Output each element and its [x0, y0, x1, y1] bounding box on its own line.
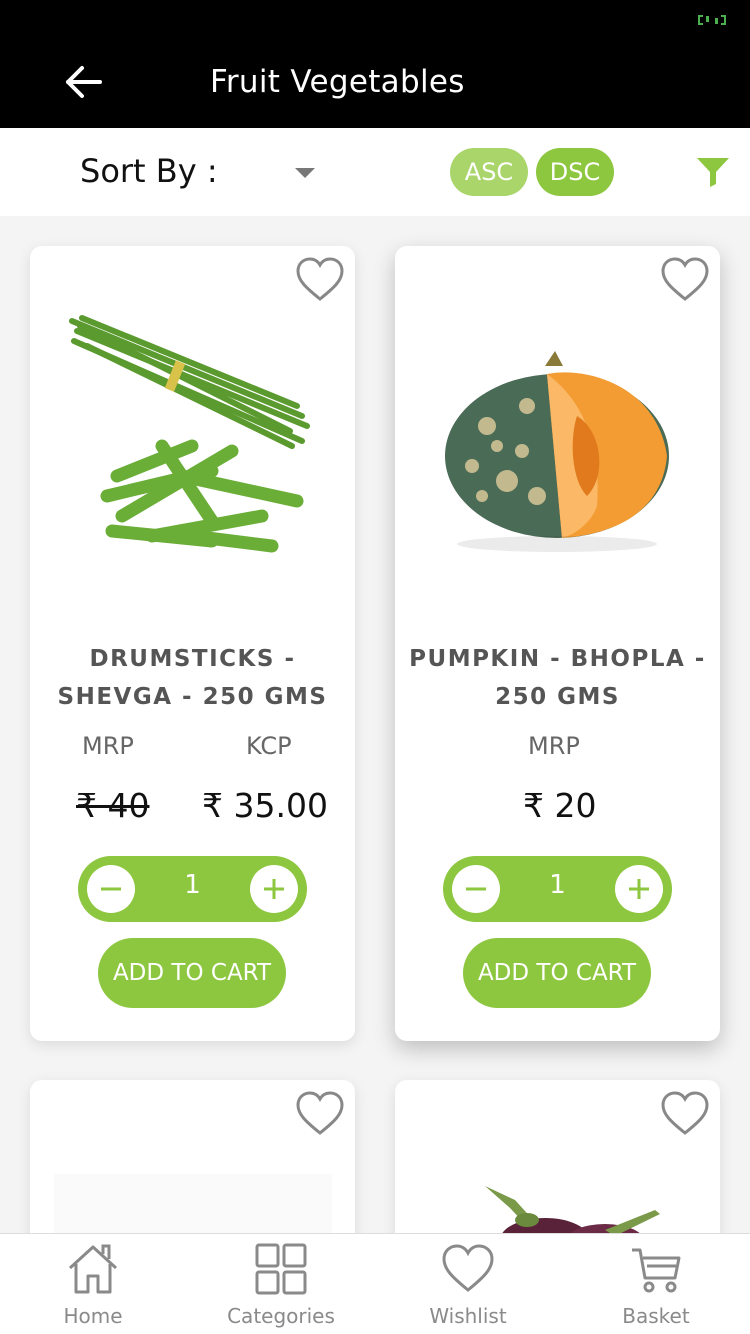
pumpkin-image	[445, 351, 669, 552]
mrp-price: ₹ 20	[523, 786, 597, 825]
fullscreen-icon	[698, 15, 726, 25]
wishlist-heart-icon[interactable]	[295, 256, 345, 304]
back-button[interactable]	[60, 58, 108, 106]
dropdown-arrow-icon[interactable]	[290, 158, 320, 188]
nav-home[interactable]: Home	[18, 1234, 168, 1334]
product-card[interactable]: PUMPKIN - BHOPLA - 250 GMS MRP ₹ 20 1 AD…	[395, 246, 720, 1041]
decrement-button[interactable]	[452, 865, 500, 913]
blank-image	[54, 1174, 332, 1234]
app-bar: Fruit Vegetables	[0, 40, 750, 128]
nav-wishlist[interactable]: Wishlist	[393, 1234, 543, 1334]
cart-icon	[632, 1248, 681, 1293]
nav-home-label: Home	[63, 1304, 123, 1328]
mrp-price: ₹ 40	[76, 786, 150, 825]
page-title: Fruit Vegetables	[210, 64, 465, 100]
decrement-button[interactable]	[87, 865, 135, 913]
status-bar	[0, 0, 750, 40]
nav-basket[interactable]: Basket	[581, 1234, 731, 1334]
nav-basket-label: Basket	[622, 1304, 690, 1328]
sort-label: Sort By :	[80, 152, 218, 190]
home-icon	[68, 1244, 118, 1294]
mrp-label: MRP	[82, 732, 134, 760]
arrow-left-icon	[66, 66, 102, 98]
sort-asc-button[interactable]: ASC	[450, 148, 528, 196]
sort-bar: Sort By : ASC DSC	[0, 128, 750, 216]
quantity-value: 1	[184, 870, 201, 900]
wishlist-heart-icon[interactable]	[660, 256, 710, 304]
nav-categories[interactable]: Categories	[206, 1234, 356, 1334]
kcp-label: KCP	[246, 732, 292, 760]
heart-icon	[442, 1244, 494, 1292]
brinjal-image	[485, 1186, 660, 1240]
quantity-value: 1	[549, 870, 566, 900]
filter-icon[interactable]	[695, 154, 731, 190]
add-to-cart-button[interactable]: ADD TO CART	[98, 938, 286, 1008]
wishlist-heart-icon[interactable]	[295, 1090, 345, 1138]
wishlist-heart-icon[interactable]	[660, 1090, 710, 1138]
product-card[interactable]: DRUMSTICKS - SHEVGA - 250 GMS MRP KCP ₹ …	[30, 246, 355, 1041]
minus-icon	[101, 887, 121, 891]
nav-wishlist-label: Wishlist	[429, 1304, 507, 1328]
increment-button[interactable]	[250, 865, 298, 913]
increment-button[interactable]	[615, 865, 663, 913]
minus-icon	[466, 887, 486, 891]
drumsticks-image	[69, 315, 310, 553]
kcp-price: ₹ 35.00	[202, 786, 328, 825]
product-name: DRUMSTICKS - SHEVGA - 250 GMS	[57, 646, 328, 710]
plus-icon	[629, 879, 649, 899]
bottom-navigation: Home Categories Wishlist Basket	[0, 1233, 750, 1334]
quantity-stepper: 1	[443, 856, 672, 922]
plus-icon	[264, 879, 284, 899]
product-name: PUMPKIN - BHOPLA - 250 GMS	[409, 646, 706, 710]
sort-dsc-button[interactable]: DSC	[536, 148, 614, 196]
add-to-cart-button[interactable]: ADD TO CART	[463, 938, 651, 1008]
nav-categories-label: Categories	[227, 1304, 335, 1328]
mrp-label: MRP	[528, 732, 580, 760]
quantity-stepper: 1	[78, 856, 307, 922]
grid-icon	[255, 1243, 307, 1295]
